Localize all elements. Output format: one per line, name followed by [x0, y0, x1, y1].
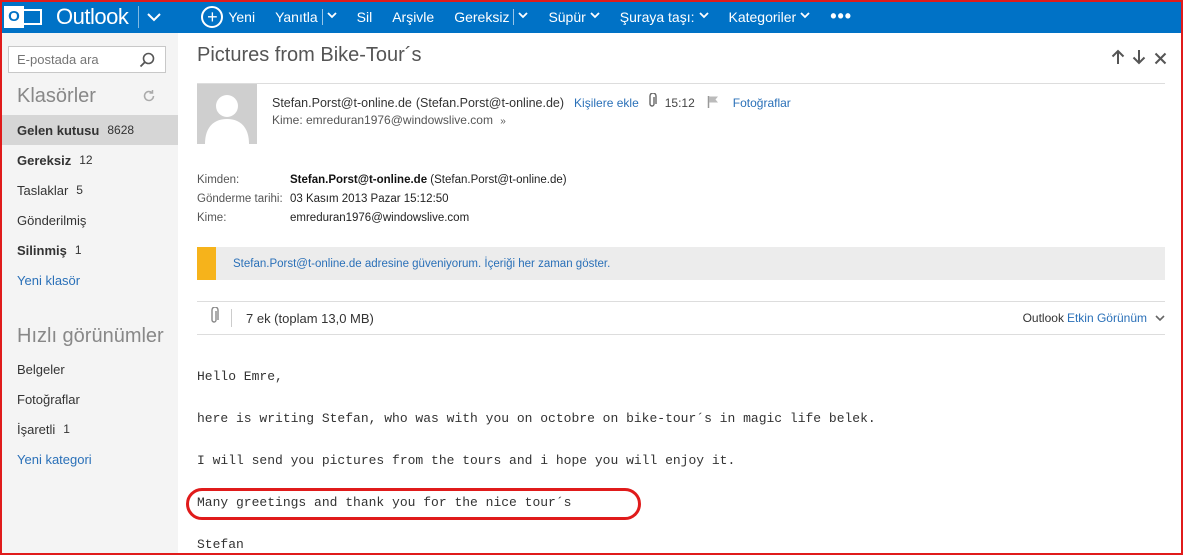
to-detail: Kime: emreduran1976@windowslive.com — [197, 212, 470, 224]
new-button[interactable]: + Yeni — [201, 5, 255, 28]
sender-avatar — [197, 84, 257, 144]
app-switcher-chevron-icon[interactable] — [147, 9, 162, 25]
body-line: here is writing Stefan, who was with you… — [197, 411, 876, 426]
item-count: 5 — [76, 183, 83, 197]
recipient-line: Kime: emreduran1976@windowslive.com » — [272, 113, 506, 127]
divider — [231, 309, 232, 327]
divider — [138, 5, 140, 28]
divider — [197, 83, 1165, 84]
trust-sender-link[interactable]: Stefan.Porst@t-online.de adresine güveni… — [233, 258, 610, 270]
close-icon[interactable] — [1154, 49, 1167, 70]
sender-email[interactable]: Stefan.Porst@t-online.de — [272, 96, 412, 110]
search-icon[interactable] — [135, 48, 159, 72]
quick-view-documents[interactable]: Belgeler — [0, 354, 178, 384]
red-annotation-circle — [186, 488, 641, 520]
collapse-icon[interactable]: » — [500, 116, 506, 127]
body-line: I will send you pictures from the tours … — [197, 453, 736, 468]
app-name: Outlook — [56, 3, 129, 29]
flag-icon[interactable] — [707, 95, 719, 111]
warning-bar — [197, 247, 216, 280]
message-subject: Pictures from Bike-Tour´s — [197, 44, 422, 66]
folder-sent[interactable]: Gönderilmiş — [0, 205, 178, 235]
junk-button[interactable]: Gereksiz — [454, 8, 529, 25]
body-line: Hello Emre, — [197, 369, 283, 384]
search-box — [8, 46, 166, 73]
item-count: 1 — [63, 422, 70, 436]
delete-button[interactable]: Sil — [357, 9, 373, 25]
attachments-summary[interactable]: 7 ek (toplam 13,0 MB) — [246, 311, 374, 326]
archive-button[interactable]: Arşivle — [392, 9, 434, 25]
attachments-bar: 7 ek (toplam 13,0 MB) Outlook Etkin Görü… — [197, 302, 1165, 334]
chevron-down-icon — [590, 11, 600, 22]
unread-count: 1 — [74, 243, 82, 257]
chevron-down-icon — [698, 11, 709, 22]
quick-view-flagged[interactable]: İşaretli 1 — [0, 414, 178, 444]
divider — [197, 334, 1165, 335]
from-detail: Kimden: Stefan.Porst@t-online.de (Stefan… — [197, 174, 567, 186]
paperclip-icon — [209, 305, 219, 330]
chevron-down-icon[interactable] — [326, 11, 337, 22]
sweep-button[interactable]: Süpür — [548, 9, 600, 25]
message-time: 15:12 — [664, 95, 695, 110]
quick-view-photos[interactable]: Fotoğraflar — [0, 384, 178, 414]
reply-button[interactable]: Yanıtla — [275, 8, 337, 25]
search-input[interactable] — [9, 47, 135, 72]
next-message-arrow-icon[interactable] — [1132, 49, 1146, 70]
trust-sender-banner: Stefan.Porst@t-online.de adresine güveni… — [197, 247, 1165, 280]
top-command-bar: O Outlook + Yeni Yanıtla Sil Arşivle Ger… — [0, 0, 1183, 33]
sender-email-paren: (Stefan.Porst@t-online.de) — [415, 95, 565, 110]
plus-icon: + — [201, 5, 224, 28]
category-link[interactable]: Fotoğraflar — [733, 96, 791, 110]
left-navigation: Klasörler Gelen kutusu 8628 Gereksiz 12 … — [0, 33, 178, 555]
more-commands-button[interactable]: ••• — [830, 6, 852, 27]
unread-count: 12 — [79, 153, 93, 167]
unread-count: 8628 — [107, 123, 135, 137]
paperclip-icon — [647, 92, 657, 112]
folder-drafts[interactable]: Taslaklar 5 — [0, 175, 178, 205]
chevron-down-icon — [800, 11, 810, 22]
reading-pane: Pictures from Bike-Tour´s Stefan.Porst@t… — [178, 33, 1183, 555]
new-category-link[interactable]: Yeni kategori — [0, 444, 178, 474]
folder-deleted[interactable]: Silinmiş 1 — [0, 235, 178, 265]
outlook-brand[interactable]: O Outlook — [0, 0, 162, 33]
add-contact-link[interactable]: Kişilere ekle — [574, 96, 639, 110]
chevron-down-icon[interactable] — [518, 11, 529, 22]
folder-junk[interactable]: Gereksiz 12 — [0, 145, 178, 175]
previous-message-arrow-icon[interactable] — [1111, 49, 1125, 70]
outlook-logo-icon: O — [4, 4, 44, 30]
chevron-down-icon — [1155, 311, 1165, 325]
refresh-icon[interactable] — [142, 89, 156, 106]
new-folder-link[interactable]: Yeni klasör — [0, 265, 178, 295]
folder-inbox[interactable]: Gelen kutusu 8628 — [0, 115, 178, 145]
move-to-button[interactable]: Şuraya taşı: — [620, 9, 709, 25]
body-line: Stefan — [197, 537, 244, 552]
quick-views-heading: Hızlı görünümler — [17, 325, 164, 347]
folders-heading: Klasörler — [17, 85, 96, 107]
sent-detail: Gönderme tarihi: 03 Kasım 2013 Pazar 15:… — [197, 193, 449, 205]
sender-line: Stefan.Porst@t-online.de (Stefan.Porst@t… — [272, 92, 791, 112]
view-selector[interactable]: Outlook Etkin Görünüm — [1023, 311, 1165, 325]
categories-button[interactable]: Kategoriler — [729, 9, 811, 25]
